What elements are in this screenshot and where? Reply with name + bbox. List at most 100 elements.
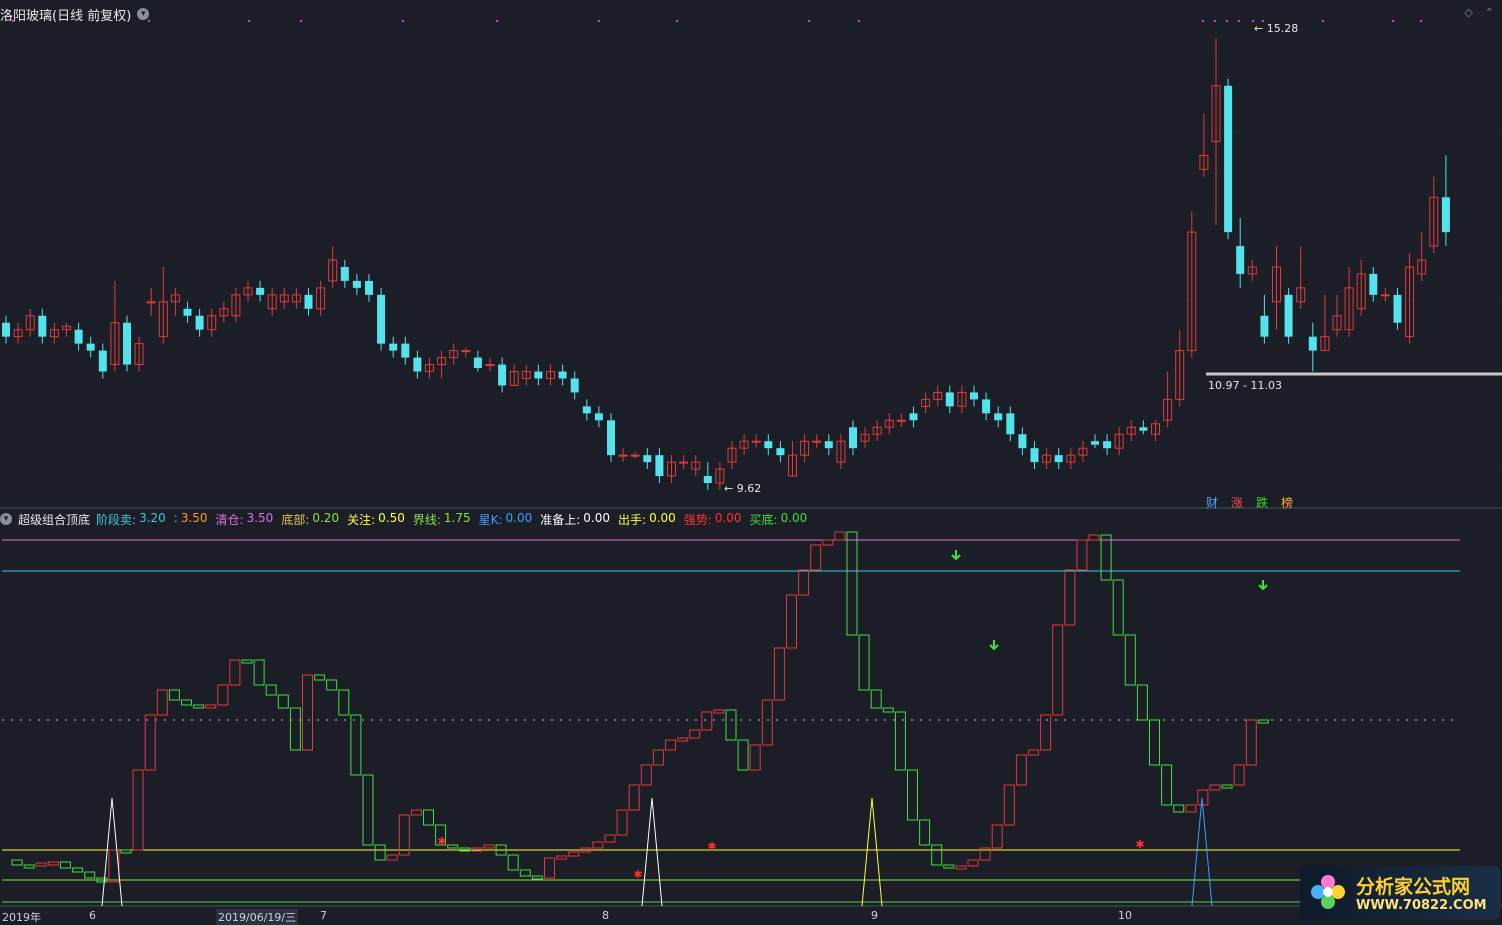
chevron-down-icon[interactable]: ▾ [137,8,150,20]
indicator-step [72,867,84,873]
indicator-step [737,739,749,771]
indicator-step [1209,784,1221,791]
diamond-icon[interactable]: ◇ [1464,6,1472,19]
signal-triangle [641,797,663,907]
indicator-step [205,704,217,709]
signal-dot [1420,20,1422,22]
x-label: 7 [320,909,327,922]
signal-dot [1238,20,1240,22]
indicator-step [870,689,882,709]
indicator-field-value: 0.00 [714,510,742,525]
signal-dot [1202,20,1204,22]
x-label: 6 [89,909,96,922]
signal-dot [1226,20,1228,22]
candle-body [970,392,978,400]
indicator-step [193,704,205,709]
chevron-down-icon[interactable]: ▾ [0,513,12,525]
candle-body [183,308,192,316]
indicator-step [568,851,580,857]
indicator-step [181,699,192,706]
indicator-step [253,659,265,686]
indicator-field-value: 1.75 [443,510,471,525]
candle-body [340,266,349,281]
x-axis: 2019年 6 2019/06/19/三 7 8 9 10 [0,908,1502,925]
candle-body [1139,427,1148,431]
indicator-step [35,862,47,867]
indicator-step [314,674,326,681]
info-tags: 财涨跌榜 [1206,494,1293,511]
indicator-step [955,865,967,870]
indicator-step [423,809,434,826]
chevron-icon[interactable]: ⌃ [1485,6,1494,19]
indicator-step [665,739,676,751]
indicator-field-label: 底部: [281,512,310,527]
info-tag[interactable]: 财 [1206,494,1218,511]
indicator-step [217,684,229,706]
signal-dot [1214,20,1216,22]
candle-body [2,322,10,337]
indicator-step [350,714,362,776]
info-tag[interactable]: 跌 [1256,494,1268,511]
indicator-step [1233,764,1245,786]
indicator-step [386,854,398,861]
x-label: 9 [871,909,878,922]
stock-title[interactable]: 洛阳玻璃(日线 前复权) [0,5,131,24]
indicator-step [60,861,71,869]
candle-body [849,427,857,449]
indicator-field: 阶段卖: 3.20 [96,511,166,528]
window-controls: ◇ ⌃ [1464,6,1494,19]
indicator-step [773,647,785,701]
candle-body [365,280,373,295]
down-arrow-icon [989,640,999,651]
indicator-step [749,744,761,771]
indicator-name[interactable]: 超级组合顶底 [18,511,90,528]
candle-body [607,420,615,456]
candle-body [582,406,591,414]
indicator-field: 界线: 1.75 [413,511,471,528]
indicator-field-label: 关注: [347,512,376,527]
candle-body [1103,441,1112,449]
candle-body [1308,336,1317,351]
indicator-step [1257,719,1269,724]
indicator-step [1076,539,1088,571]
indicator-field: 底部: 0.20 [281,511,339,528]
indicator-step [507,854,519,871]
indicator-field-label: 强势: [683,512,712,527]
indicator-step [652,749,664,766]
chart-stage[interactable]: ✱ ✱ ✱ ✱ [0,0,1502,923]
indicator-step [265,684,277,696]
candle-body [498,364,507,386]
candle-body [679,461,689,464]
candle-body [909,413,918,421]
low-price-label: ← 9.62 [724,482,762,495]
candle-body [401,343,410,358]
info-tag[interactable]: 涨 [1231,494,1243,511]
indicator-fields: 阶段卖: 3.20:3.50 清仓: 3.50 底部: 0.20 关注: 0.50 界线: 1.7… [96,511,807,528]
indicator-step [277,694,289,709]
candle-body [1284,294,1293,337]
star-k-icon: ✱ [633,868,642,881]
candle-body [86,343,95,351]
signal-dot [808,20,810,22]
indicator-step [628,784,640,811]
indicator-step [11,859,23,866]
indicator-step [689,729,701,739]
candle-body [764,441,773,449]
indicator-step [1052,624,1064,716]
candle-body [413,357,422,372]
star-k-icon: ✱ [1135,838,1144,851]
indicator-step [1173,804,1185,813]
indicator-step [846,531,858,636]
info-tag[interactable]: 榜 [1281,494,1293,511]
candle-body [751,440,761,443]
indicator-step [410,809,422,816]
indicator-step [604,834,616,843]
range-price-label: 10.97 - 11.03 [1208,379,1282,392]
high-price-label: ← 15.28 [1254,22,1299,35]
indicator-field-value: 3.20 [139,510,166,525]
candle-body [1369,273,1378,295]
watermark-logo: 分析家公式网 WWW.70822.COM [1300,866,1500,920]
indicator-field-label: 阶段卖: [96,512,137,527]
candle-body [1380,294,1390,297]
indicator-step [907,769,918,821]
